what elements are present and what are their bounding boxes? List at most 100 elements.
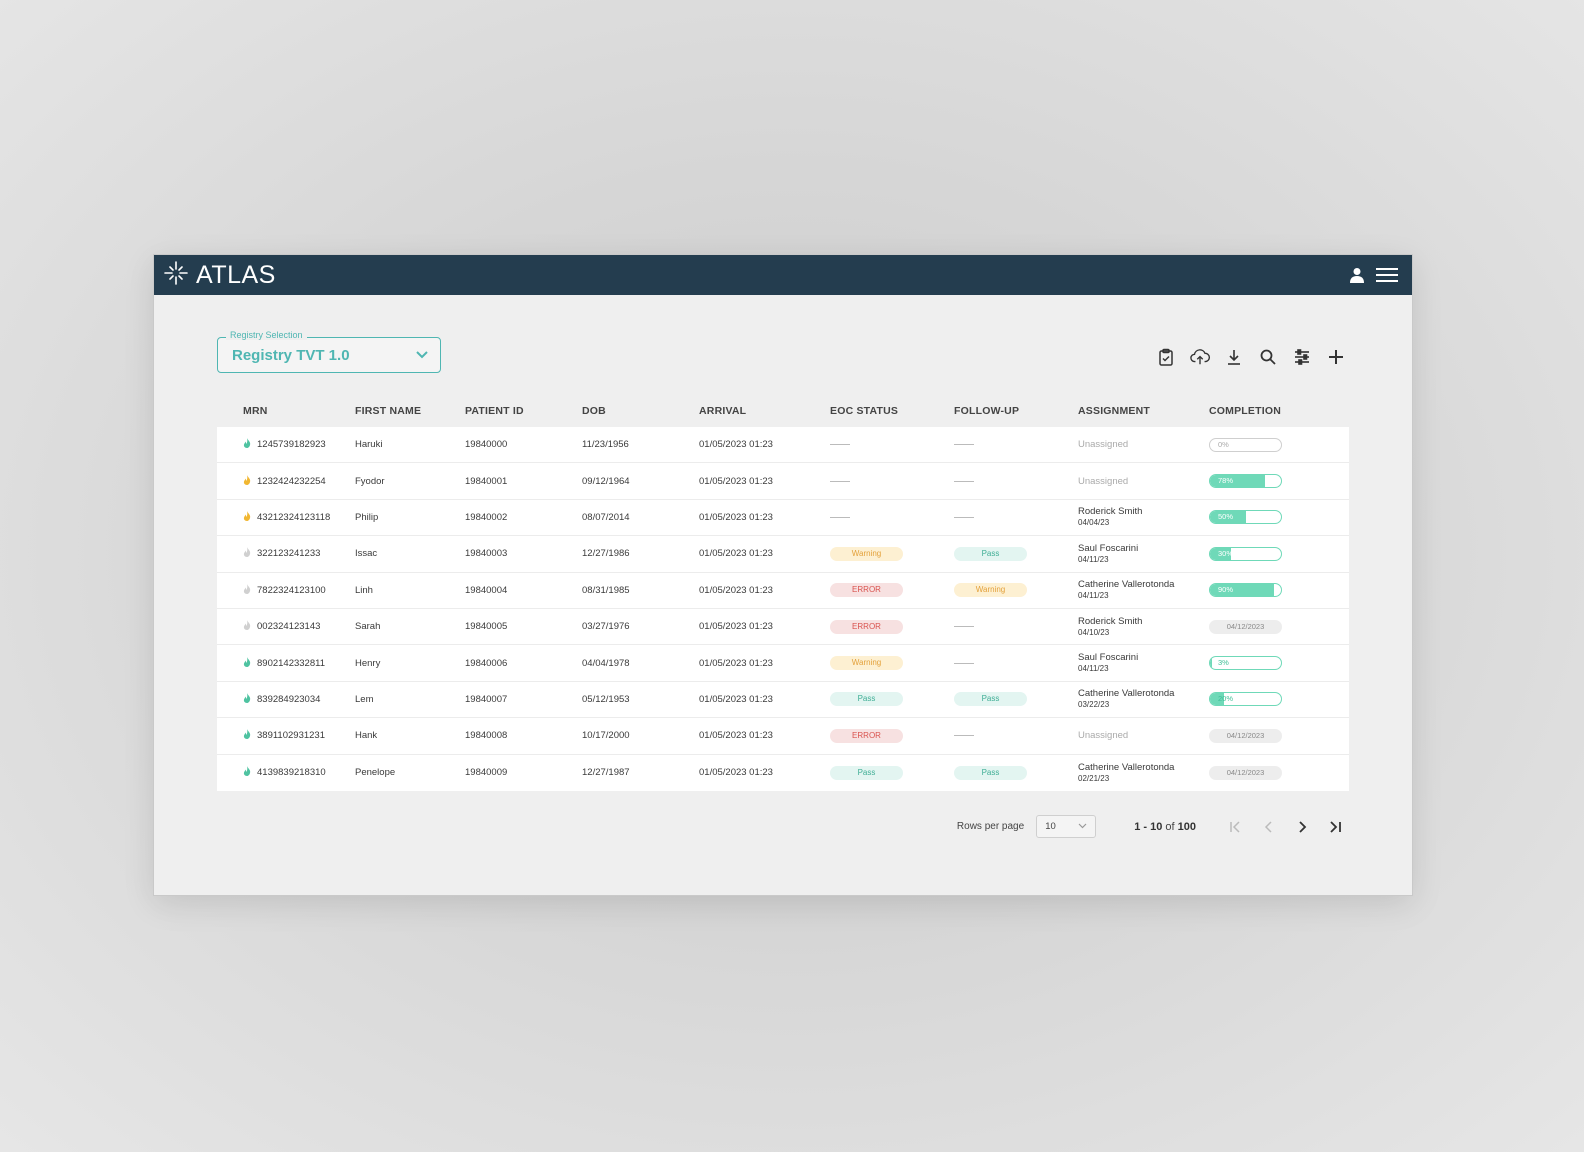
cell-first-name: Sarah <box>355 621 381 633</box>
cell-eoc-status <box>830 439 954 450</box>
table-row[interactable]: 7822324123100 Linh 19840004 08/31/1985 01/05… <box>217 573 1349 609</box>
table-row[interactable]: 8902142332811 Henry 19840006 04/04/1978 01/0… <box>217 645 1349 682</box>
table-row[interactable]: 1245739182923 Haruki 19840000 11/23/1956 01/… <box>217 427 1349 464</box>
page-range-value: 1 - 10 <box>1134 820 1163 833</box>
assignment-date: 04/11/23 <box>1078 554 1109 564</box>
cell-patient-id: 19840006 <box>465 657 508 669</box>
cell-patient-id: 19840009 <box>465 767 508 779</box>
col-header-completion[interactable]: COMPLETION <box>1209 405 1349 417</box>
flame-icon <box>243 620 251 633</box>
download-icon[interactable] <box>1224 347 1244 367</box>
cell-first-name: Lem <box>355 693 374 705</box>
mrn-value[interactable]: 1245739182923 <box>257 439 326 450</box>
cell-mrn: 3891102931231 <box>217 729 355 742</box>
cell-patient-id: 19840008 <box>465 730 508 742</box>
chevron-down-icon <box>1078 821 1087 832</box>
completion-progress-label: 78% <box>1218 476 1234 486</box>
hamburger-menu-icon[interactable] <box>1376 267 1398 283</box>
col-header-first-name[interactable]: FIRST NAME <box>355 405 465 417</box>
col-header-mrn[interactable]: MRN <box>217 405 355 417</box>
cell-follow-up <box>954 476 1078 487</box>
table-row[interactable]: 3891102931231 Hank 19840008 10/17/2000 01/05… <box>217 718 1349 755</box>
cell-arrival: 01/05/2023 01:23 <box>699 621 773 633</box>
completion-progress: 20% <box>1209 692 1282 707</box>
cell-assignment: Unassigned <box>1078 476 1209 487</box>
search-icon[interactable] <box>1258 347 1278 367</box>
table-row[interactable]: 322123241233 Issac 19840003 12/27/1986 01/05… <box>217 536 1349 573</box>
table-row[interactable]: 43212324123118 Philip 19840002 08/07/2014 01… <box>217 500 1349 537</box>
status-badge: ERROR <box>830 728 903 743</box>
cell-first-name: Penelope <box>355 767 396 779</box>
next-page-icon[interactable] <box>1291 816 1313 838</box>
col-header-arrival[interactable]: ARRIVAL <box>699 405 830 417</box>
assignment-date: 03/22/23 <box>1078 700 1110 710</box>
last-page-icon[interactable] <box>1324 816 1346 838</box>
mrn-value[interactable]: 839284923034 <box>257 694 320 705</box>
cell-eoc-status: ERROR <box>830 583 954 598</box>
mrn-value[interactable]: 002324123143 <box>257 621 320 632</box>
mrn-value[interactable]: 43212324123118 <box>257 512 330 523</box>
user-icon[interactable] <box>1350 267 1364 283</box>
cell-patient-id: 19840000 <box>465 439 508 451</box>
first-page-icon[interactable] <box>1225 816 1247 838</box>
cell-dob: 05/12/1953 <box>582 693 630 705</box>
col-header-dob[interactable]: DOB <box>582 405 699 417</box>
status-badge: Warning <box>830 546 903 561</box>
table-row[interactable]: 4139839218310 Penelope 19840009 12/27/1987 0… <box>217 755 1349 791</box>
mrn-value[interactable]: 322123241233 <box>257 548 320 559</box>
status-badge: Pass <box>954 765 1027 780</box>
brand: ATLAS <box>164 261 276 290</box>
page-range-total: 100 <box>1177 820 1196 833</box>
plus-icon[interactable] <box>1326 347 1346 367</box>
cloud-upload-icon[interactable] <box>1190 347 1210 367</box>
cell-patient-id: 19840002 <box>465 511 508 523</box>
table-row[interactable]: 1232424232254 Fyodor 19840001 09/12/1964 01/… <box>217 463 1349 500</box>
mrn-value[interactable]: 3891102931231 <box>257 730 325 741</box>
cell-follow-up: Pass <box>954 546 1078 561</box>
col-header-assignment[interactable]: ASSIGNMENT <box>1078 405 1209 417</box>
mrn-value[interactable]: 4139839218310 <box>257 767 326 778</box>
cell-patient-id: 19840005 <box>465 621 508 633</box>
sliders-icon[interactable] <box>1292 347 1312 367</box>
empty-dash <box>954 626 974 628</box>
cell-eoc-status <box>830 512 954 523</box>
unassigned-label: Unassigned <box>1078 439 1129 451</box>
mrn-value[interactable]: 8902142332811 <box>257 658 325 669</box>
assignment-date: 04/11/23 <box>1078 664 1109 674</box>
table-row[interactable]: 839284923034 Lem 19840007 05/12/1953 01/05/2… <box>217 682 1349 719</box>
cell-dob: 11/23/1956 <box>582 439 629 451</box>
cell-follow-up <box>954 730 1078 741</box>
registry-select-label: Registry Selection <box>226 330 307 340</box>
previous-page-icon[interactable] <box>1258 816 1280 838</box>
chevron-down-icon <box>416 346 428 364</box>
cell-eoc-status: Pass <box>830 692 954 707</box>
flame-icon <box>243 692 251 706</box>
col-header-eoc-status[interactable]: EOC STATUS <box>830 405 954 417</box>
cell-dob: 04/04/1978 <box>582 657 630 669</box>
pagination: Rows per page 10 1 - 10 of 100 <box>957 815 1346 838</box>
cell-follow-up: Pass <box>954 692 1078 707</box>
cell-patient-id: 19840003 <box>465 548 508 560</box>
status-badge: Pass <box>954 546 1027 561</box>
cell-assignment: Roderick Smith 04/10/23 <box>1078 616 1209 638</box>
mrn-value[interactable]: 1232424232254 <box>257 476 326 487</box>
assignee-name: Saul Foscarini <box>1078 652 1139 664</box>
cell-follow-up <box>954 439 1078 450</box>
mrn-value[interactable]: 7822324123100 <box>257 585 326 596</box>
registry-select[interactable]: Registry Selection Registry TVT 1.0 <box>217 330 441 373</box>
cell-completion: 20% <box>1209 692 1349 707</box>
cell-follow-up: Warning <box>954 583 1078 598</box>
col-header-follow-up[interactable]: FOLLOW-UP <box>954 405 1078 417</box>
cell-first-name: Haruki <box>355 439 383 451</box>
cell-dob: 08/31/1985 <box>582 584 630 596</box>
rows-per-page-select[interactable]: 10 <box>1036 815 1097 838</box>
page-range-of: of <box>1165 820 1175 833</box>
cell-mrn: 002324123143 <box>217 620 355 633</box>
assignee-name: Catherine Vallerotonda <box>1078 579 1175 591</box>
col-header-patient-id[interactable]: PATIENT ID <box>465 405 582 417</box>
registry-select-value: Registry TVT 1.0 <box>232 346 350 364</box>
table-row[interactable]: 002324123143 Sarah 19840005 03/27/1976 01/05… <box>217 609 1349 646</box>
flame-icon <box>243 438 251 451</box>
clipboard-check-icon[interactable] <box>1156 347 1176 367</box>
cell-mrn: 8902142332811 <box>217 656 355 670</box>
